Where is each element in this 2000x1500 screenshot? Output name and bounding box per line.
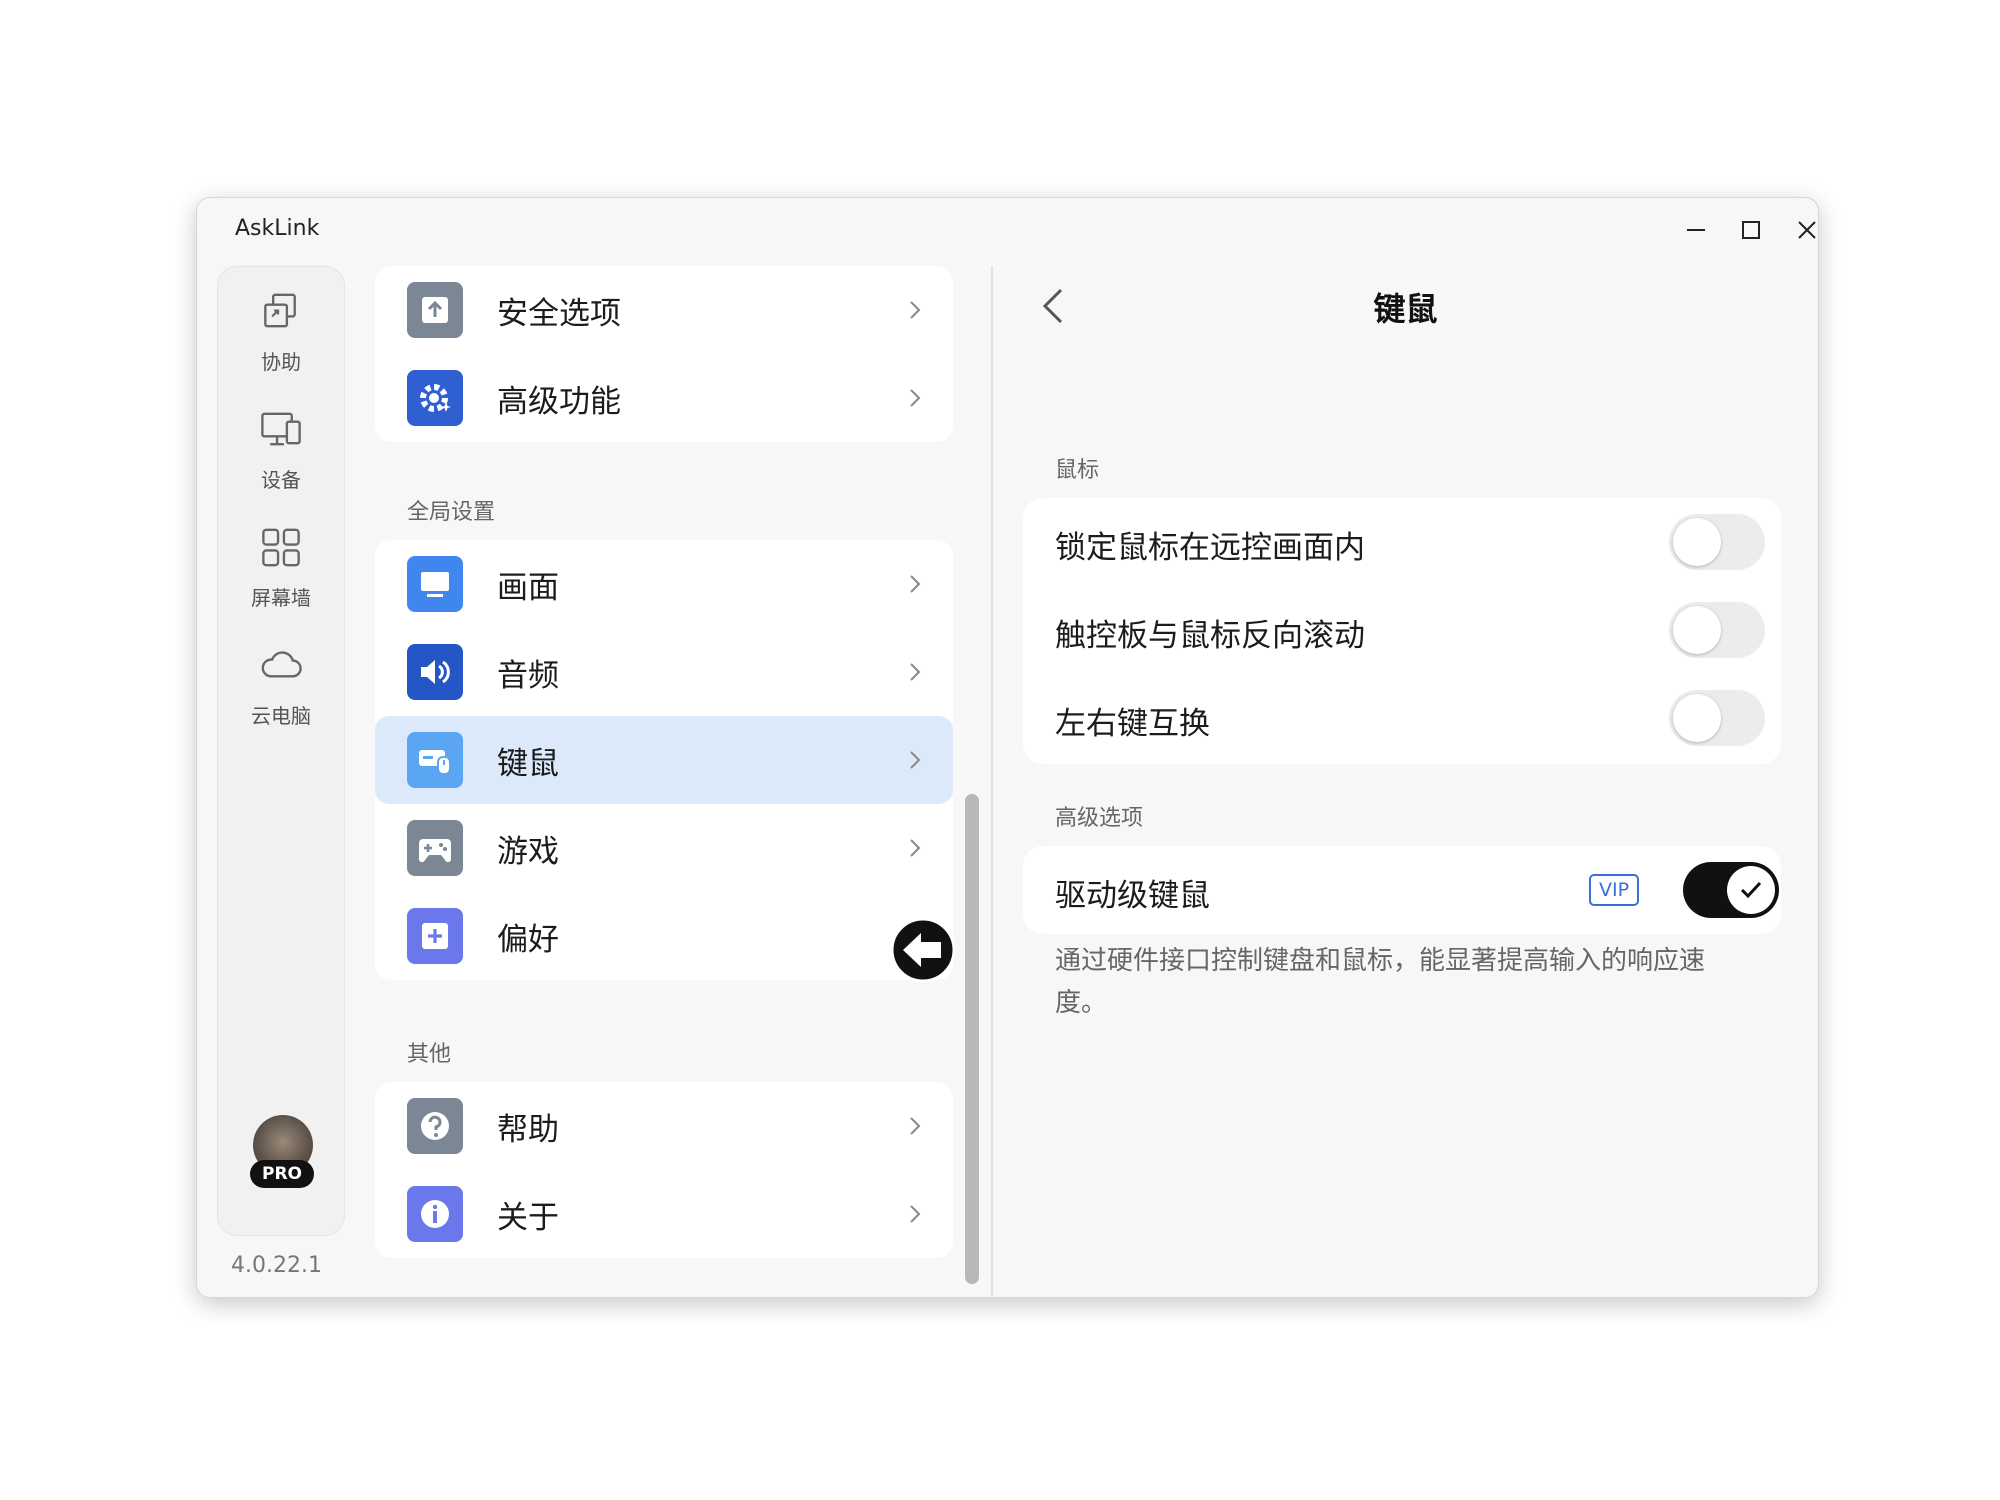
settings-item-label: 关于 — [497, 1199, 559, 1236]
settings-item-security[interactable]: 安全选项 — [375, 266, 953, 354]
settings-item-label: 帮助 — [497, 1111, 559, 1148]
option-reverse-scroll: 触控板与鼠标反向滚动 — [1023, 586, 1781, 674]
settings-item-display[interactable]: 画面 — [375, 540, 953, 628]
keyboard-mouse-icon — [407, 732, 463, 788]
rail-item-screen-wall[interactable]: 屏幕墙 — [218, 503, 344, 611]
rail-item-assist[interactable]: 协助 — [218, 267, 344, 375]
settings-list: 安全选项 高级功能 全局设置 画面 音频 键鼠 游戏 偏好 其他 帮助 关于 — [375, 198, 995, 1297]
settings-item-label: 键鼠 — [497, 745, 559, 782]
option-swap-buttons: 左右键互换 — [1023, 674, 1781, 762]
settings-item-help[interactable]: 帮助 — [375, 1082, 953, 1170]
display-icon — [407, 556, 463, 612]
settings-item-label: 偏好 — [497, 921, 559, 958]
toggle-knob — [1673, 606, 1721, 654]
settings-card-global: 画面 音频 键鼠 游戏 偏好 — [375, 540, 953, 980]
option-driver-level: 驱动级键鼠 VIP — [1023, 846, 1781, 934]
chevron-right-icon — [910, 839, 921, 857]
security-icon — [407, 282, 463, 338]
rail-item-label: 云电脑 — [251, 704, 311, 728]
settings-item-label: 音频 — [497, 657, 559, 694]
section-label-advanced: 高级选项 — [1055, 806, 1144, 831]
settings-item-advanced-features[interactable]: 高级功能 — [375, 354, 953, 442]
help-icon — [407, 1098, 463, 1154]
settings-item-label: 游戏 — [497, 833, 559, 870]
app-version: 4.0.22.1 — [231, 1253, 322, 1278]
chevron-right-icon — [910, 663, 921, 681]
detail-panel: 键鼠 鼠标 锁定鼠标在远控画面内 触控板与鼠标反向滚动 左右键互换 高级选项 驱… — [993, 198, 1818, 1297]
devices-icon — [261, 412, 301, 446]
advanced-description: 通过硬件接口控制键盘和鼠标，能显著提高输入的响应速度。 — [1055, 946, 1706, 1018]
option-label: 左右键互换 — [1055, 706, 1210, 742]
app-title: AskLink — [235, 216, 320, 241]
driver-level-toggle[interactable] — [1683, 862, 1779, 918]
settings-card-top: 安全选项 高级功能 — [375, 266, 953, 442]
screen-wall-icon — [262, 528, 300, 567]
option-lock-mouse: 锁定鼠标在远控画面内 — [1023, 498, 1781, 586]
toggle-knob — [1673, 518, 1721, 566]
cloud-icon — [261, 651, 302, 678]
option-label: 锁定鼠标在远控画面内 — [1055, 530, 1365, 566]
chevron-right-icon — [910, 1117, 921, 1135]
chevron-right-icon — [910, 301, 921, 319]
rail-item-label: 设备 — [261, 468, 301, 492]
rail-item-devices[interactable]: 设备 — [218, 385, 344, 493]
chevron-right-icon — [910, 751, 921, 769]
settings-item-preferences[interactable]: 偏好 — [375, 892, 953, 980]
section-label-mouse: 鼠标 — [1055, 458, 1100, 483]
chevron-right-icon — [910, 575, 921, 593]
settings-item-about[interactable]: 关于 — [375, 1170, 953, 1258]
gamepad-icon — [407, 820, 463, 876]
nav-rail: 协助 设备 屏幕墙 云电脑 PRO — [217, 266, 345, 1236]
check-icon — [1740, 881, 1762, 899]
toggle-knob — [1727, 866, 1775, 914]
settings-item-label: 画面 — [497, 569, 559, 606]
app-window: AskLink 协助 设备 屏幕墙 云电脑 PRO 4.0.22.1 安全选项 … — [196, 197, 1819, 1298]
settings-item-label: 安全选项 — [497, 295, 621, 332]
option-label: 驱动级键鼠 — [1055, 878, 1210, 914]
rail-item-label: 协助 — [261, 350, 301, 374]
settings-card-other: 帮助 关于 — [375, 1082, 953, 1258]
vip-badge: VIP — [1589, 874, 1639, 906]
list-scrollbar[interactable] — [965, 794, 979, 1284]
preferences-icon — [407, 908, 463, 964]
option-label: 触控板与鼠标反向滚动 — [1055, 618, 1365, 654]
rail-item-label: 屏幕墙 — [251, 586, 311, 610]
settings-item-game[interactable]: 游戏 — [375, 804, 953, 892]
advanced-options-card: 驱动级键鼠 VIP — [1023, 846, 1781, 934]
toggle-knob — [1673, 694, 1721, 742]
lock-mouse-toggle[interactable] — [1669, 514, 1765, 570]
gear-icon — [407, 370, 463, 426]
settings-item-keyboard-mouse[interactable]: 键鼠 — [375, 716, 953, 804]
section-label-global: 全局设置 — [407, 500, 496, 525]
panel-title: 键鼠 — [1373, 290, 1438, 328]
reverse-scroll-toggle[interactable] — [1669, 602, 1765, 658]
info-icon — [407, 1186, 463, 1242]
section-label-other: 其他 — [407, 1042, 452, 1067]
rail-item-cloud[interactable]: 云电脑 — [218, 621, 344, 729]
chevron-right-icon — [910, 1205, 921, 1223]
settings-item-audio[interactable]: 音频 — [375, 628, 953, 716]
assist-icon — [264, 293, 296, 328]
chevron-right-icon — [910, 389, 921, 407]
audio-icon — [407, 644, 463, 700]
back-arrow-cursor-icon — [890, 917, 956, 983]
settings-item-label: 高级功能 — [497, 383, 621, 420]
pro-badge: PRO — [250, 1160, 314, 1188]
swap-buttons-toggle[interactable] — [1669, 690, 1765, 746]
mouse-options-card: 锁定鼠标在远控画面内 触控板与鼠标反向滚动 左右键互换 — [1023, 498, 1781, 764]
